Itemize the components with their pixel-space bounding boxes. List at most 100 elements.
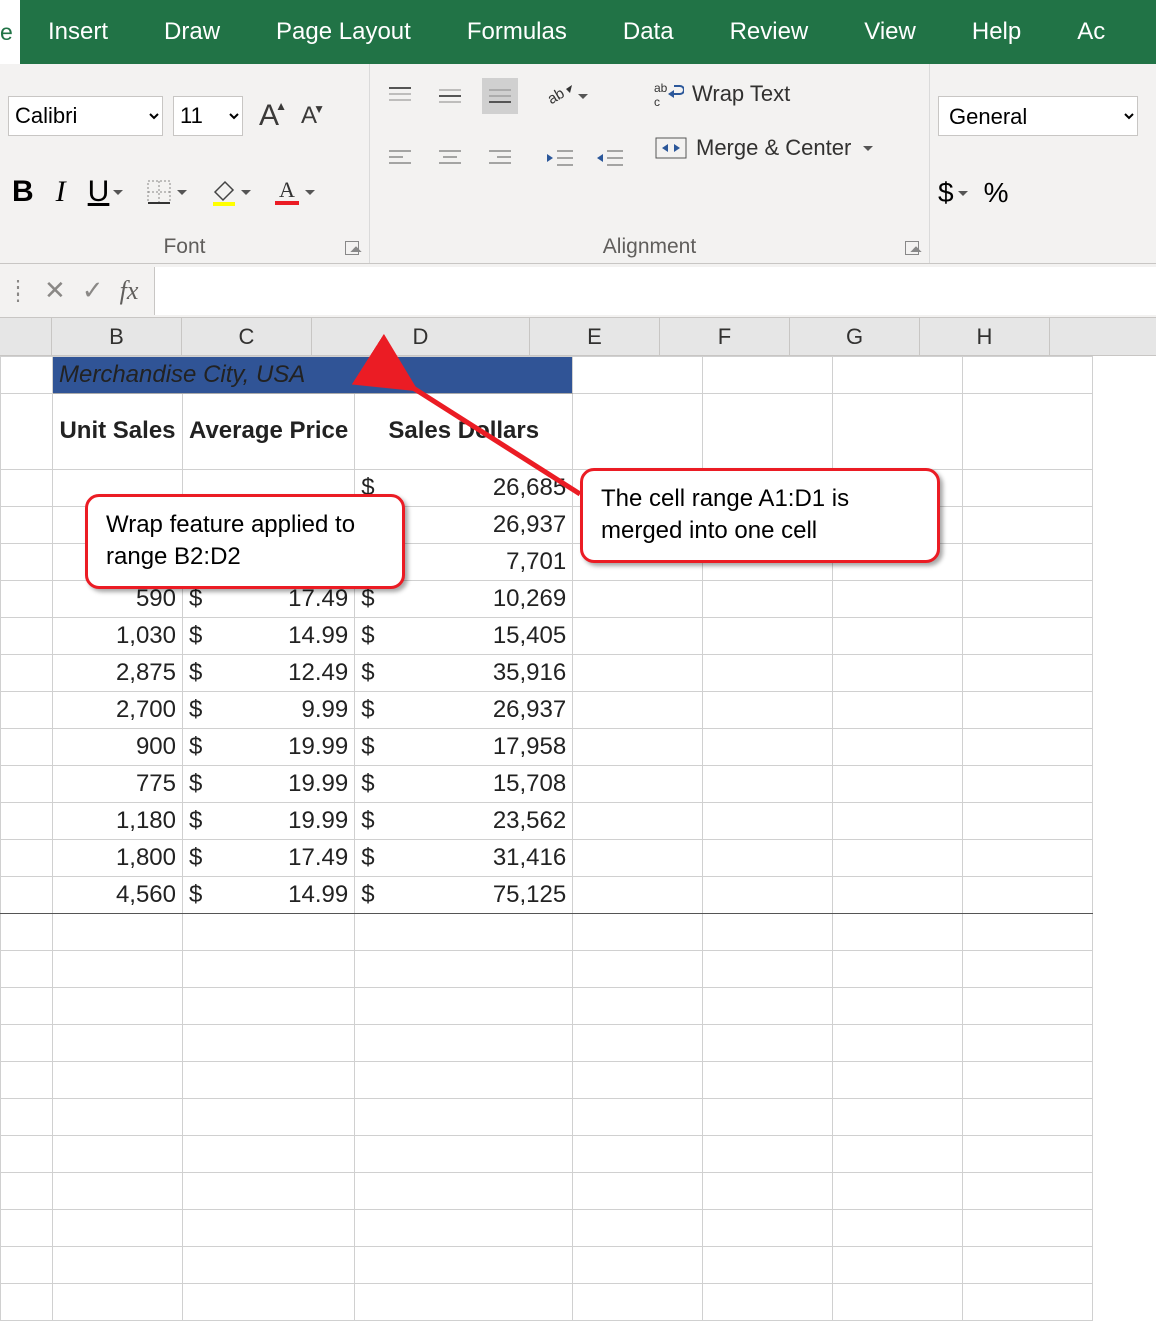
cell[interactable]: [703, 1210, 833, 1247]
cell[interactable]: [963, 1099, 1093, 1136]
cell[interactable]: [703, 1025, 833, 1062]
cell[interactable]: [963, 951, 1093, 988]
cell[interactable]: [833, 1210, 963, 1247]
tab-view[interactable]: View: [836, 0, 944, 64]
cell[interactable]: [573, 803, 703, 840]
cell[interactable]: $31,416: [355, 840, 573, 877]
tab-help[interactable]: Help: [944, 0, 1049, 64]
select-all-button[interactable]: [0, 318, 52, 355]
tab-page-layout[interactable]: Page Layout: [248, 0, 439, 64]
number-format-combo[interactable]: General: [938, 96, 1138, 136]
col-header-d[interactable]: D: [312, 318, 530, 355]
cell[interactable]: $14.99: [183, 877, 355, 914]
cell[interactable]: [833, 1136, 963, 1173]
cell[interactable]: $14.99: [183, 618, 355, 655]
cell[interactable]: [963, 1136, 1093, 1173]
cell[interactable]: [833, 766, 963, 803]
col-header-h[interactable]: H: [920, 318, 1050, 355]
cell[interactable]: [703, 840, 833, 877]
borders-button[interactable]: [145, 178, 187, 206]
cell[interactable]: [833, 1284, 963, 1321]
cell[interactable]: [1, 357, 53, 394]
cell[interactable]: [833, 692, 963, 729]
tab-formulas[interactable]: Formulas: [439, 0, 595, 64]
cell[interactable]: [833, 394, 963, 470]
increase-indent-button[interactable]: [592, 140, 628, 176]
cell[interactable]: [703, 766, 833, 803]
cell[interactable]: [963, 803, 1093, 840]
cell[interactable]: 2,875: [53, 655, 183, 692]
decrease-indent-button[interactable]: [542, 140, 578, 176]
cell[interactable]: [573, 692, 703, 729]
cell[interactable]: [573, 618, 703, 655]
italic-button[interactable]: I: [56, 175, 66, 209]
cell[interactable]: [833, 877, 963, 914]
cell[interactable]: [573, 1210, 703, 1247]
cell[interactable]: [703, 357, 833, 394]
header-unit-sales[interactable]: Unit Sales: [53, 394, 183, 470]
tab-data[interactable]: Data: [595, 0, 702, 64]
cell[interactable]: [703, 1247, 833, 1284]
cell[interactable]: [833, 729, 963, 766]
cell[interactable]: [833, 1247, 963, 1284]
cell[interactable]: 1,180: [53, 803, 183, 840]
cell[interactable]: [573, 581, 703, 618]
cell[interactable]: $75,125: [355, 877, 573, 914]
cell[interactable]: [833, 618, 963, 655]
cell[interactable]: [963, 581, 1093, 618]
cell[interactable]: [963, 692, 1093, 729]
formula-input[interactable]: [154, 267, 1156, 315]
cell[interactable]: [703, 914, 833, 951]
cell[interactable]: $23,562: [355, 803, 573, 840]
cell[interactable]: [963, 988, 1093, 1025]
cell[interactable]: [573, 766, 703, 803]
cell[interactable]: [963, 394, 1093, 470]
cell[interactable]: [573, 914, 703, 951]
cell[interactable]: [703, 988, 833, 1025]
cell[interactable]: $17.49: [183, 840, 355, 877]
align-top-button[interactable]: [382, 78, 418, 114]
enter-icon[interactable]: ✓: [82, 275, 104, 306]
cell[interactable]: [703, 692, 833, 729]
wrap-text-button[interactable]: abc Wrap Text: [648, 76, 879, 112]
cell[interactable]: [573, 840, 703, 877]
alignment-dialog-launcher[interactable]: [905, 241, 919, 255]
cell[interactable]: [963, 766, 1093, 803]
font-dialog-launcher[interactable]: [345, 241, 359, 255]
cell[interactable]: [833, 1099, 963, 1136]
cell[interactable]: [963, 655, 1093, 692]
cell[interactable]: [573, 1173, 703, 1210]
cell[interactable]: [573, 1247, 703, 1284]
cell[interactable]: $15,708: [355, 766, 573, 803]
cell[interactable]: [963, 914, 1093, 951]
cell[interactable]: [703, 1136, 833, 1173]
cell[interactable]: [963, 877, 1093, 914]
cell[interactable]: $15,405: [355, 618, 573, 655]
cell[interactable]: [963, 618, 1093, 655]
col-header-f[interactable]: F: [660, 318, 790, 355]
cell[interactable]: [573, 729, 703, 766]
align-bottom-button[interactable]: [482, 78, 518, 114]
cell[interactable]: [573, 1284, 703, 1321]
tab-insert[interactable]: Insert: [20, 0, 136, 64]
underline-button[interactable]: U: [88, 175, 124, 209]
orientation-button[interactable]: ab: [542, 78, 592, 114]
cell[interactable]: 4,560: [53, 877, 183, 914]
cell[interactable]: $9.99: [183, 692, 355, 729]
cell[interactable]: [573, 357, 703, 394]
cell[interactable]: [963, 1284, 1093, 1321]
cell[interactable]: [833, 1173, 963, 1210]
cell[interactable]: [963, 1247, 1093, 1284]
cancel-icon[interactable]: ✕: [44, 275, 66, 306]
cell[interactable]: [833, 914, 963, 951]
align-left-button[interactable]: [382, 140, 418, 176]
font-color-button[interactable]: A: [273, 177, 315, 207]
cell[interactable]: [963, 1062, 1093, 1099]
cell[interactable]: [833, 357, 963, 394]
cell[interactable]: [573, 988, 703, 1025]
align-right-button[interactable]: [482, 140, 518, 176]
cell[interactable]: [963, 1173, 1093, 1210]
cell[interactable]: 775: [53, 766, 183, 803]
merge-center-button[interactable]: Merge & Center: [648, 130, 879, 166]
font-name-combo[interactable]: Calibri: [8, 96, 163, 136]
